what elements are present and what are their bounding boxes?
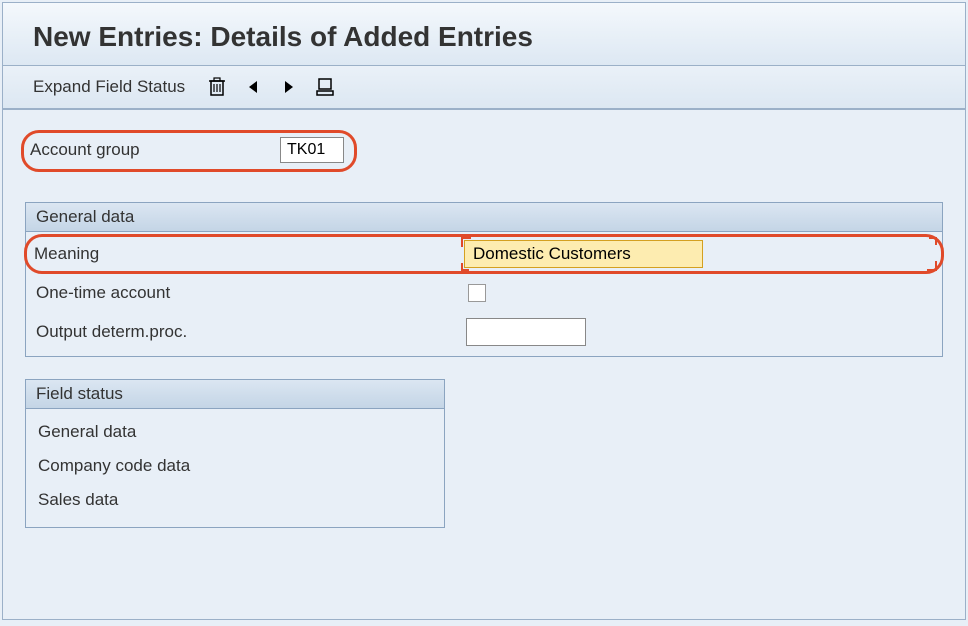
expand-field-status-button[interactable]: Expand Field Status: [33, 77, 185, 97]
previous-icon[interactable]: [241, 76, 265, 98]
field-status-item[interactable]: General data: [26, 415, 444, 449]
output-input[interactable]: [466, 318, 586, 346]
general-data-header: General data: [26, 203, 942, 232]
meaning-row: Meaning: [24, 234, 944, 274]
output-row: Output determ.proc.: [26, 312, 942, 352]
print-icon[interactable]: [313, 76, 337, 98]
delete-icon[interactable]: [205, 76, 229, 98]
next-icon[interactable]: [277, 76, 301, 98]
toolbar: Expand Field Status: [3, 66, 965, 110]
onetime-label: One-time account: [36, 283, 466, 303]
field-status-header: Field status: [26, 380, 444, 409]
field-status-item[interactable]: Sales data: [26, 483, 444, 517]
field-status-panel: Field status General data Company code d…: [25, 379, 445, 528]
onetime-checkbox[interactable]: [468, 284, 486, 302]
account-group-input[interactable]: [280, 137, 344, 163]
account-group-label: Account group: [30, 140, 270, 160]
meaning-input[interactable]: [464, 240, 703, 268]
onetime-row: One-time account: [26, 274, 942, 312]
account-group-row: Account group: [21, 130, 357, 172]
output-label: Output determ.proc.: [36, 322, 466, 342]
field-status-item[interactable]: Company code data: [26, 449, 444, 483]
general-data-panel: General data Meaning One-time account Ou…: [25, 202, 943, 357]
page-title: New Entries: Details of Added Entries: [3, 3, 965, 66]
meaning-label: Meaning: [34, 244, 464, 264]
